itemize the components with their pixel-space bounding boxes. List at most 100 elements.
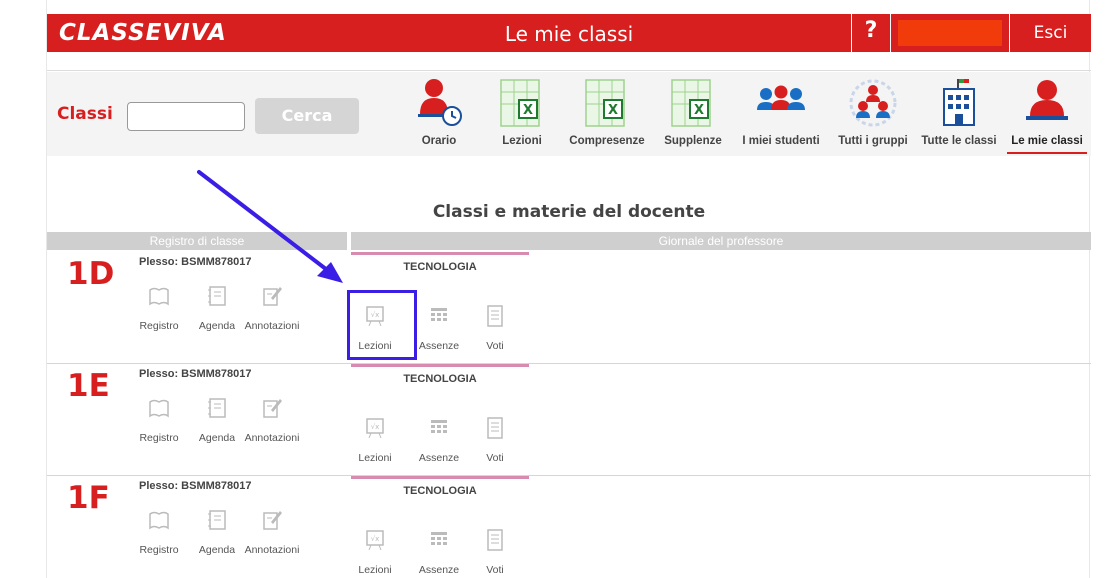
registro-label: Registro [139,432,179,444]
nav-compresenze[interactable]: X Compresenze [563,76,651,156]
book-icon [149,287,169,306]
nav-supplenze[interactable]: X Supplenze [657,76,729,156]
nav-i-miei-studenti-label: I miei studenti [742,135,820,147]
svg-text:X: X [523,103,533,118]
assenze-label: Assenze [418,340,460,352]
groups-icon [849,79,897,127]
voti-label: Voti [486,340,504,352]
annotazioni-label: Annotazioni [244,544,300,556]
subject-label: TECNOLOGIA [403,373,477,385]
nav-orario-label: Orario [421,135,457,147]
agenda-icon [208,286,226,306]
voti-label: Voti [486,564,504,576]
svg-text:X: X [694,103,704,118]
voti-button[interactable]: Voti [475,416,515,472]
nav-lezioni[interactable]: X Lezioni [487,76,557,156]
annotazioni-button[interactable]: Annotazioni [245,284,299,340]
svg-text:√x: √x [371,423,380,431]
active-tab-underline [1007,152,1087,154]
nav-i-miei-studenti[interactable]: I miei studenti [737,76,825,156]
class-search-input[interactable] [127,102,245,131]
lezioni-button[interactable]: √x Lezioni [355,528,395,578]
assenze-label: Assenze [418,564,460,576]
annotazioni-label: Annotazioni [244,432,300,444]
grades-list-icon [487,417,503,439]
nav-tutti-i-gruppi[interactable]: Tutti i gruppi [833,76,913,156]
nav-tutte-le-classi-label: Tutte le classi [921,135,997,147]
agenda-button[interactable]: Agenda [197,508,237,564]
voti-label: Voti [486,452,504,464]
registro-button[interactable]: Registro [139,508,179,564]
page: CLASSEVIVA Le mie classi ? Esci Classi C… [46,0,1091,578]
class-code: 1F [67,480,110,516]
class-row: 1F Plesso: BSMM878017 Registro Agenda An… [47,476,1091,578]
nav-compresenze-label: Compresenze [569,135,645,147]
nav-lezioni-label: Lezioni [502,135,542,147]
voti-button[interactable]: Voti [475,528,515,578]
user-name-redacted [898,20,1002,46]
registro-button[interactable]: Registro [139,284,179,340]
calendar-icon [431,532,447,545]
annotazioni-button[interactable]: Annotazioni [245,396,299,452]
assenze-label: Assenze [418,452,460,464]
assenze-button[interactable]: Assenze [419,304,459,360]
nav-orario[interactable]: Orario [399,76,479,156]
logout-button[interactable]: Esci [1009,14,1091,52]
divider [47,70,1091,71]
calendar-icon [431,420,447,433]
subject-bar [351,364,529,367]
plesso-label: Plesso: BSMM878017 [139,480,252,492]
subject-bar [351,476,529,479]
assenze-button[interactable]: Assenze [419,416,459,472]
class-code: 1D [67,256,115,292]
class-row: 1E Plesso: BSMM878017 Registro Agenda An… [47,364,1091,476]
subject-bar [351,252,529,255]
column-header-registro: Registro di classe [47,232,347,250]
nav-tutti-i-gruppi-label: Tutti i gruppi [838,135,908,147]
voti-button[interactable]: Voti [475,304,515,360]
nav-le-mie-classi-label: Le mie classi [1011,135,1083,147]
svg-text:X: X [608,103,618,118]
spreadsheet-icon: X [500,79,540,127]
agenda-icon [208,398,226,418]
registro-label: Registro [139,544,179,556]
book-icon [149,399,169,418]
plesso-label: Plesso: BSMM878017 [139,368,252,380]
nav-tutte-le-classi[interactable]: Tutte le classi [917,76,1001,156]
annotazioni-button[interactable]: Annotazioni [245,508,299,564]
book-icon [149,511,169,530]
class-row: 1D Plesso: BSMM878017 Registro Agenda An… [47,252,1091,364]
subject-label: TECNOLOGIA [403,261,477,273]
section-title: Classi e materie del docente [432,202,706,222]
nav-le-mie-classi[interactable]: Le mie classi [1007,76,1087,156]
students-icon [757,85,805,110]
clock-person-icon [418,79,462,126]
agenda-button[interactable]: Agenda [197,284,237,340]
teacher-icon [1026,80,1068,120]
nav-supplenze-label: Supplenze [664,135,722,147]
svg-text:√x: √x [371,535,380,543]
lezioni-label: Lezioni [358,564,392,576]
spreadsheet-icon: X [585,79,625,127]
agenda-button[interactable]: Agenda [197,396,237,452]
grades-list-icon [487,305,503,327]
grades-list-icon [487,529,503,551]
blackboard-icon: √x [366,418,384,439]
search-label: Classi [57,104,113,124]
top-bar: CLASSEVIVA Le mie classi ? Esci [47,14,1091,52]
search-button[interactable]: Cerca [255,98,359,134]
registro-button[interactable]: Registro [139,396,179,452]
agenda-icon [208,510,226,530]
plesso-label: Plesso: BSMM878017 [139,256,252,268]
lezioni-label: Lezioni [358,452,392,464]
calendar-icon [431,308,447,321]
note-edit-icon [263,511,282,530]
building-icon [943,79,975,126]
assenze-button[interactable]: Assenze [419,528,459,578]
blackboard-icon: √x [366,530,384,551]
help-button[interactable]: ? [851,14,891,52]
lezioni-button[interactable]: √x Lezioni [355,416,395,472]
annotazioni-label: Annotazioni [244,320,300,332]
note-edit-icon [263,287,282,306]
column-header-giornale: Giornale del professore [351,232,1091,250]
